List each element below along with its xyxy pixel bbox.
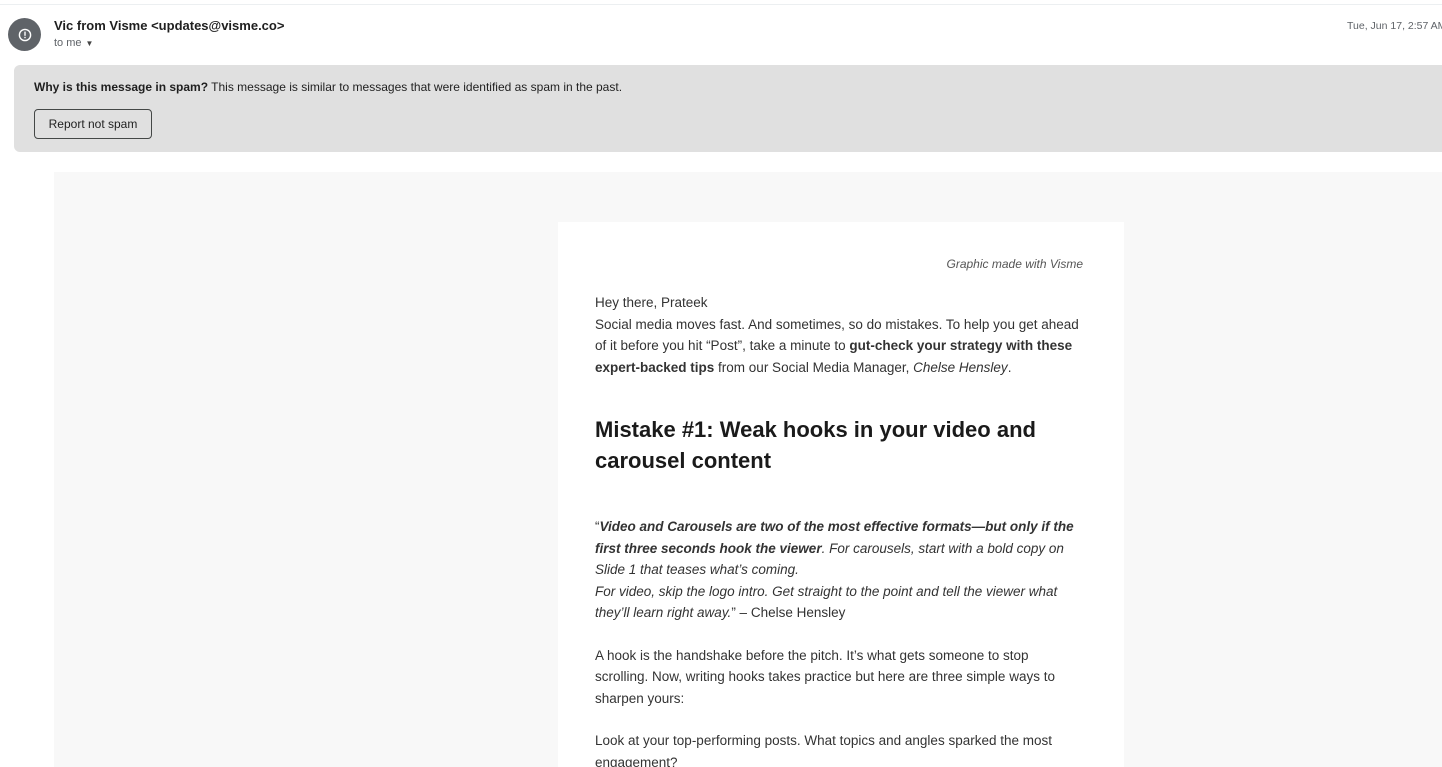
top-divider [0, 4, 1442, 5]
graphic-credit: Graphic made with Visme [946, 257, 1084, 271]
greeting: Hey there, Prateek [595, 295, 708, 310]
intro-mid-text: from our Social Media Manager, [714, 359, 914, 375]
spam-warning-icon [18, 28, 31, 41]
expert-quote: “Video and Carousels are two of the most… [595, 516, 1085, 624]
sender-line: Vic from Visme <updates@visme.co> [54, 18, 284, 33]
intro-author: Chelse Hensley [913, 359, 1008, 375]
intro-paragraph: Social media moves fast. And sometimes, … [595, 314, 1085, 379]
email-content: Hey there, Prateek Social media moves fa… [595, 292, 1085, 767]
spam-reason: This message is similar to messages that… [208, 80, 623, 94]
recipient-label: to me [54, 37, 82, 49]
sender-email: <updates@visme.co> [151, 18, 285, 33]
message-date: Tue, Jun 17, 2:57 AM ( [1347, 20, 1442, 32]
sender-name: Vic from Visme [54, 18, 148, 33]
spam-explanation: Why is this message in spam? This messag… [34, 80, 622, 94]
spam-question: Why is this message in spam? [34, 80, 209, 94]
chevron-down-icon[interactable]: ▼ [86, 39, 94, 48]
spam-warning-banner: Why is this message in spam? This messag… [14, 65, 1442, 152]
email-body-background: Graphic made with Visme Hey there, Prate… [54, 172, 1442, 767]
section-heading: Mistake #1: Weak hooks in your video and… [595, 417, 1036, 473]
hook-paragraph: A hook is the handshake before the pitch… [595, 647, 1055, 706]
sender-avatar[interactable] [8, 18, 41, 51]
email-content-card: Graphic made with Visme Hey there, Prate… [558, 222, 1124, 767]
report-not-spam-button[interactable]: Report not spam [34, 109, 152, 139]
recipient-details-toggle[interactable]: to me ▼ [54, 37, 93, 49]
quote-attribution: ” – Chelse Hensley [731, 605, 846, 620]
intro-end: . [1007, 359, 1012, 375]
tip-paragraph: Look at your top-performing posts. What … [595, 733, 1052, 767]
